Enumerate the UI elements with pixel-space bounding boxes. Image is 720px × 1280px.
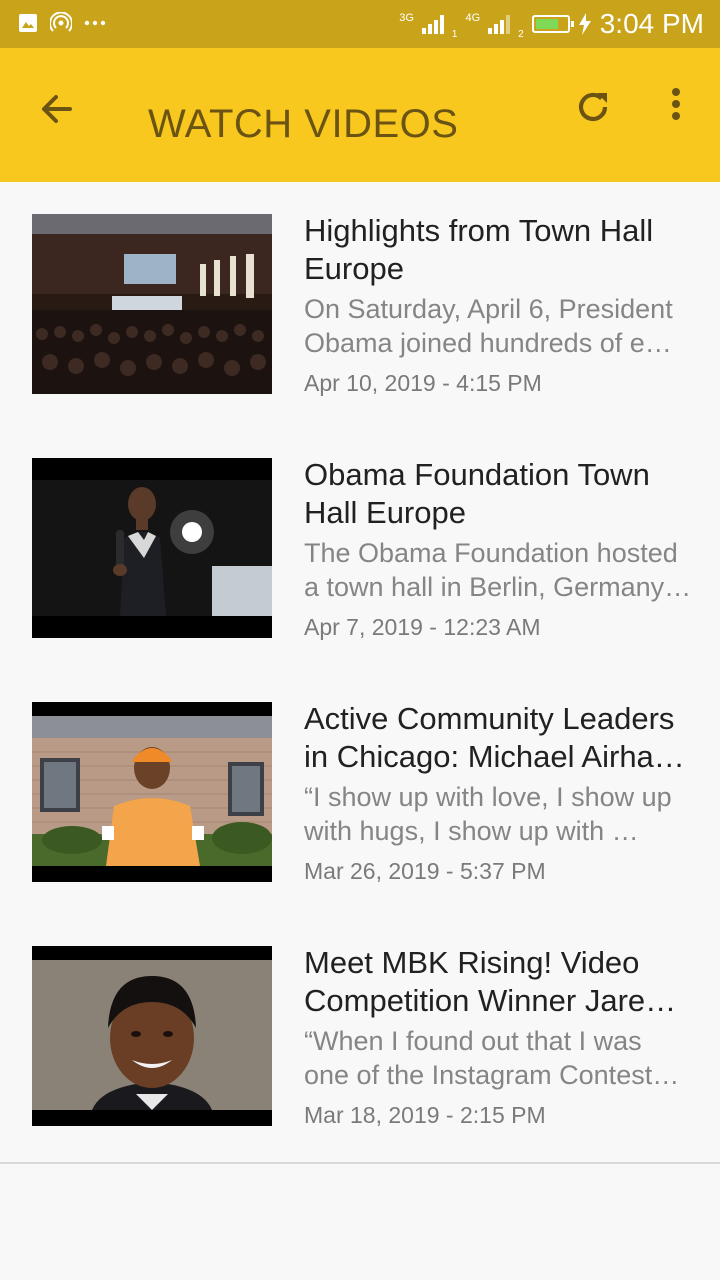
- sim-2-label: 2: [518, 29, 524, 40]
- video-date: Apr 7, 2019 - 12:23 AM: [304, 614, 541, 640]
- more-notifications-icon: [84, 20, 106, 26]
- video-description: “When I found out that I was one of the …: [304, 1026, 680, 1090]
- video-item[interactable]: Meet MBK Rising! Video Competition Winne…: [0, 914, 720, 1158]
- more-vert-icon: [672, 88, 680, 120]
- sim-1-label: 1: [451, 29, 458, 40]
- town-hall-crowd-image: [32, 214, 272, 394]
- video-date: Mar 26, 2019 - 5:37 PM: [304, 858, 546, 884]
- status-bar: 3G 1 4G 2 3:04 PM: [0, 0, 720, 48]
- video-description: “I show up with love, I show up with hug…: [304, 782, 672, 846]
- video-thumbnail[interactable]: [32, 946, 272, 1126]
- video-item[interactable]: Obama Foundation Town Hall Europe The Ob…: [0, 426, 720, 670]
- refresh-icon: [578, 92, 608, 122]
- back-button[interactable]: [30, 82, 84, 136]
- video-text: Active Community Leaders in Chicago: Mic…: [304, 700, 694, 886]
- app-bar: WATCH VIDEOS: [0, 48, 720, 182]
- status-notifications: [18, 12, 106, 34]
- network-type-1: 3G: [399, 11, 414, 24]
- signal-icon-1: [421, 14, 444, 34]
- arrow-back-icon: [42, 95, 72, 123]
- video-item[interactable]: Highlights from Town Hall Europe On Satu…: [0, 182, 720, 426]
- video-description: The Obama Foundation hosted a town hall …: [304, 538, 692, 602]
- video-thumbnail[interactable]: [32, 458, 272, 638]
- battery-icon: [531, 15, 574, 33]
- video-thumbnail[interactable]: [32, 702, 272, 882]
- page-title: WATCH VIDEOS: [148, 102, 459, 146]
- community-leader-image: [32, 702, 272, 882]
- speaker-on-stage-image: [32, 458, 272, 638]
- charging-icon: [578, 13, 591, 35]
- status-time: 3:04 PM: [599, 8, 704, 39]
- video-title: Meet MBK Rising! Video Competition Winne…: [304, 945, 677, 1018]
- video-title: Highlights from Town Hall Europe: [304, 213, 654, 286]
- video-title: Active Community Leaders in Chicago: Mic…: [304, 701, 685, 774]
- competition-winner-image: [32, 946, 272, 1126]
- network-type-2: 4G: [465, 11, 481, 24]
- video-date: Apr 10, 2019 - 4:15 PM: [304, 370, 542, 396]
- refresh-button[interactable]: [568, 82, 618, 132]
- battery-level: [535, 19, 559, 29]
- video-title: Obama Foundation Town Hall Europe: [304, 457, 650, 530]
- video-text: Obama Foundation Town Hall Europe The Ob…: [304, 456, 694, 642]
- video-text: Highlights from Town Hall Europe On Satu…: [304, 212, 694, 398]
- video-description: On Saturday, April 6, President Obama jo…: [304, 294, 673, 358]
- more-options-button[interactable]: [656, 82, 696, 132]
- signal-icon-2: [488, 14, 511, 34]
- list-bottom-divider: [0, 1162, 720, 1164]
- video-date: Mar 18, 2019 - 2:15 PM: [304, 1102, 546, 1128]
- video-item[interactable]: Active Community Leaders in Chicago: Mic…: [0, 670, 720, 914]
- status-system: 3G 1 4G 2 3:04 PM: [399, 8, 704, 40]
- hotspot-icon: [50, 12, 72, 32]
- video-text: Meet MBK Rising! Video Competition Winne…: [304, 944, 694, 1130]
- video-thumbnail[interactable]: [32, 214, 272, 394]
- image-icon: [19, 14, 37, 32]
